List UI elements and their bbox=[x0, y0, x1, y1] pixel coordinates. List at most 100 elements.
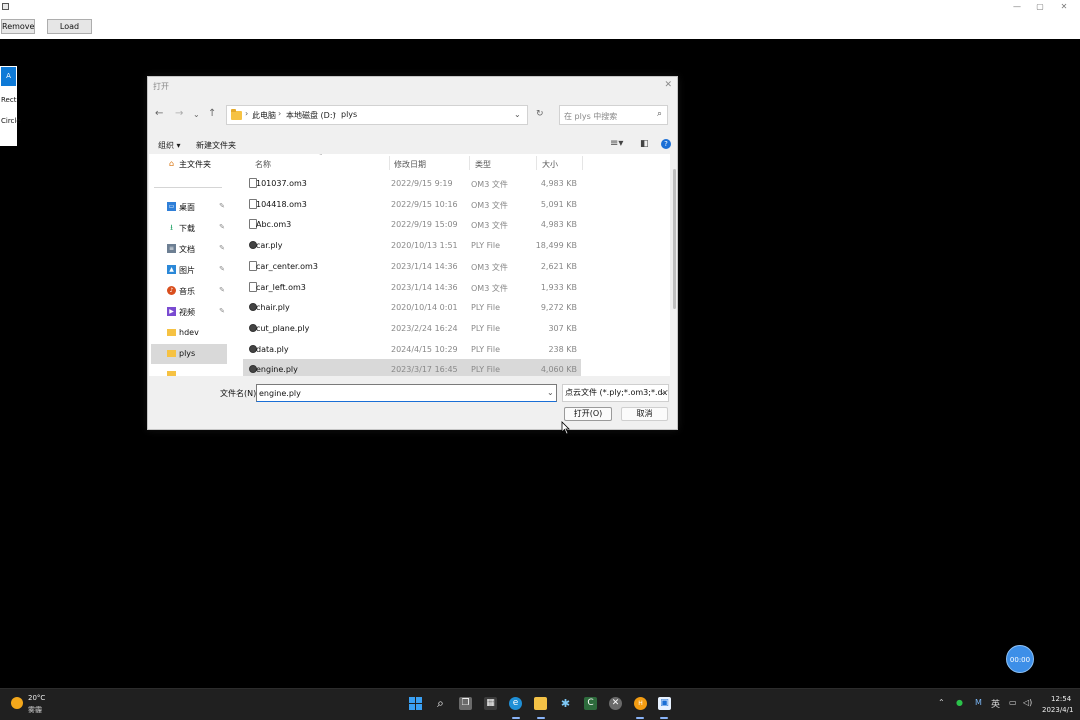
table-row[interactable]: car_left.om3 2023/1/14 14:36 OM3 文件 1,933 K… bbox=[243, 277, 581, 298]
table-row[interactable]: cut_plane.ply 2023/2/24 16:24 PLY File 307 … bbox=[243, 318, 581, 339]
preview-pane-icon[interactable]: ◧ bbox=[640, 139, 649, 149]
chevron-down-icon[interactable]: ⌄ bbox=[514, 110, 521, 119]
nav-item-plys[interactable]: plys bbox=[151, 344, 227, 364]
breadcrumb-local-disk[interactable]: 本地磁盘 (D:) bbox=[286, 110, 336, 121]
column-divider[interactable] bbox=[469, 156, 470, 170]
nav-item-desktop[interactable]: ▭ 桌面 ✎ bbox=[151, 197, 227, 217]
file-name: engine.ply bbox=[256, 365, 298, 375]
ime-indicator[interactable]: 英 bbox=[991, 697, 1000, 710]
column-header-date[interactable]: 修改日期 bbox=[394, 159, 426, 170]
column-header-type[interactable]: 类型 bbox=[475, 159, 491, 170]
file-explorer-icon[interactable] bbox=[534, 697, 547, 710]
settings-gear-icon[interactable]: ✱ bbox=[559, 697, 572, 710]
recent-dropdown-icon[interactable]: ⌄ bbox=[193, 110, 200, 119]
clock-time[interactable]: 12:54 bbox=[1051, 695, 1071, 703]
search-icon[interactable]: ⌕ bbox=[434, 697, 447, 710]
volume-icon[interactable]: ◁) bbox=[1023, 698, 1032, 707]
running-app-icon[interactable]: ▣ bbox=[658, 697, 671, 710]
close-window-button[interactable]: ✕ bbox=[1057, 1, 1071, 13]
app-x-icon[interactable]: ✕ bbox=[609, 697, 622, 710]
table-row[interactable]: engine.ply 2023/3/17 16:45 PLY File 4,060 K… bbox=[243, 359, 581, 376]
show-hidden-icons-icon[interactable]: ⌃ bbox=[938, 698, 945, 707]
search-input[interactable]: 在 plys 中搜索 ⌕ bbox=[559, 105, 668, 125]
clock-date[interactable]: 2023/4/1 bbox=[1042, 706, 1073, 714]
edge-browser-icon[interactable]: e bbox=[509, 697, 522, 710]
nav-item-home[interactable]: ⌂ 主文件夹 bbox=[151, 154, 227, 174]
column-header-size[interactable]: 大小 bbox=[542, 159, 558, 170]
recording-timer[interactable]: 00:00 bbox=[1006, 645, 1034, 673]
dialog-close-icon[interactable]: ✕ bbox=[664, 80, 672, 90]
file-size: 238 KB bbox=[548, 344, 577, 354]
chevron-down-icon[interactable]: ⌄ bbox=[659, 387, 666, 396]
active-indicator bbox=[537, 717, 545, 719]
column-divider[interactable] bbox=[582, 156, 583, 170]
side-item-a[interactable]: A bbox=[1, 67, 16, 86]
table-row[interactable]: car_center.om3 2023/1/14 14:36 OM3 文件 2,621… bbox=[243, 256, 581, 277]
address-bar[interactable]: › 此电脑 › 本地磁盘 (D:) › plys ⌄ bbox=[226, 105, 528, 125]
up-arrow-icon[interactable]: ↑ bbox=[208, 108, 216, 119]
active-indicator bbox=[660, 717, 668, 719]
home-icon: ⌂ bbox=[168, 159, 175, 168]
file-size: 307 KB bbox=[548, 323, 577, 333]
load-button[interactable]: Load bbox=[47, 19, 92, 34]
filetype-select[interactable]: 点云文件 (*.ply;*.om3;*.dxf;*.c bbox=[562, 384, 669, 402]
weather-temperature[interactable]: 20°C bbox=[28, 694, 45, 702]
table-row[interactable]: Abc.om3 2022/9/19 15:09 OM3 文件 4,983 KB bbox=[243, 214, 581, 235]
nav-item-hdev[interactable]: hdev bbox=[151, 323, 227, 343]
task-view-icon[interactable]: ❐ bbox=[459, 697, 472, 710]
file-name: 101037.om3 bbox=[256, 179, 307, 188]
table-row[interactable]: 104418.om3 2022/9/15 10:16 OM3 文件 5,091 KB bbox=[243, 194, 581, 215]
weather-sun-icon[interactable] bbox=[11, 697, 23, 709]
app-h-icon[interactable]: H bbox=[634, 697, 647, 710]
view-options-icon[interactable]: ≡▾ bbox=[610, 138, 623, 149]
refresh-icon[interactable]: ↻ bbox=[536, 109, 544, 119]
nav-item-label: 视频 bbox=[179, 308, 195, 317]
forward-arrow-icon[interactable]: → bbox=[175, 108, 183, 119]
pin-icon: ✎ bbox=[219, 307, 225, 315]
column-divider[interactable] bbox=[536, 156, 537, 170]
nav-item-label: 主文件夹 bbox=[179, 160, 211, 169]
nav-item-pictures[interactable]: ▲ 图片 ✎ bbox=[151, 260, 227, 280]
network-icon[interactable]: ▭ bbox=[1009, 698, 1017, 707]
nav-item-partial[interactable] bbox=[151, 365, 227, 376]
file-date: 2022/9/15 10:16 bbox=[391, 199, 458, 209]
nav-item-videos[interactable]: ▶ 视频 ✎ bbox=[151, 302, 227, 322]
start-icon[interactable] bbox=[409, 697, 422, 710]
column-header-name[interactable]: 名称 bbox=[255, 159, 271, 170]
wechat-icon[interactable]: ● bbox=[956, 698, 963, 707]
search-placeholder: 在 plys 中搜索 bbox=[564, 112, 618, 121]
file-list-scrollbar[interactable] bbox=[673, 169, 676, 309]
breadcrumb-this-pc[interactable]: 此电脑 bbox=[252, 110, 276, 121]
nav-divider bbox=[154, 187, 222, 188]
file-name: Abc.om3 bbox=[256, 220, 292, 230]
app-c-icon[interactable]: C bbox=[584, 697, 597, 710]
side-item-circle[interactable]: Circle bbox=[1, 117, 21, 125]
column-divider[interactable] bbox=[389, 156, 390, 170]
breadcrumb-plys[interactable]: plys bbox=[341, 110, 357, 119]
tray-app-icon[interactable]: M bbox=[975, 698, 982, 707]
side-item-rect[interactable]: Rect bbox=[1, 96, 16, 104]
table-row[interactable]: data.ply 2024/4/15 10:29 PLY File 238 KB bbox=[243, 339, 581, 360]
minimize-button[interactable]: — bbox=[1010, 1, 1024, 13]
nav-item-music[interactable]: ♪ 音乐 ✎ bbox=[151, 281, 227, 301]
filename-input[interactable] bbox=[256, 384, 557, 402]
table-row[interactable]: chair.ply 2020/10/14 0:01 PLY File 9,272 KB bbox=[243, 297, 581, 318]
nav-item-downloads[interactable]: ⭳ 下载 ✎ bbox=[151, 218, 227, 238]
cancel-button[interactable]: 取消 bbox=[621, 407, 668, 421]
file-type: OM3 文件 bbox=[471, 180, 508, 189]
file-type: PLY File bbox=[471, 323, 501, 333]
file-type: OM3 文件 bbox=[471, 262, 508, 272]
open-button[interactable]: 打开(O) bbox=[564, 407, 612, 421]
new-folder-button[interactable]: 新建文件夹 bbox=[196, 140, 236, 151]
table-row[interactable]: 101037.om3 2022/9/15 9:19 OM3 文件 4,983 KB bbox=[243, 173, 581, 194]
filename-history-chevron-icon[interactable]: ⌄ bbox=[547, 388, 554, 397]
remove-button[interactable]: Remove bbox=[1, 19, 35, 34]
help-icon[interactable]: ? bbox=[661, 139, 671, 149]
nav-item-documents[interactable]: ≡ 文档 ✎ bbox=[151, 239, 227, 259]
organize-menu[interactable]: 组织 ▾ bbox=[158, 140, 181, 151]
widgets-icon[interactable]: ▦ bbox=[484, 697, 497, 710]
table-row[interactable]: car.ply 2020/10/13 1:51 PLY File 18,499 KB bbox=[243, 235, 581, 256]
maximize-button[interactable]: ▢ bbox=[1033, 1, 1047, 13]
weather-condition[interactable]: 雾霾 bbox=[28, 705, 42, 715]
back-arrow-icon[interactable]: ← bbox=[155, 108, 163, 119]
